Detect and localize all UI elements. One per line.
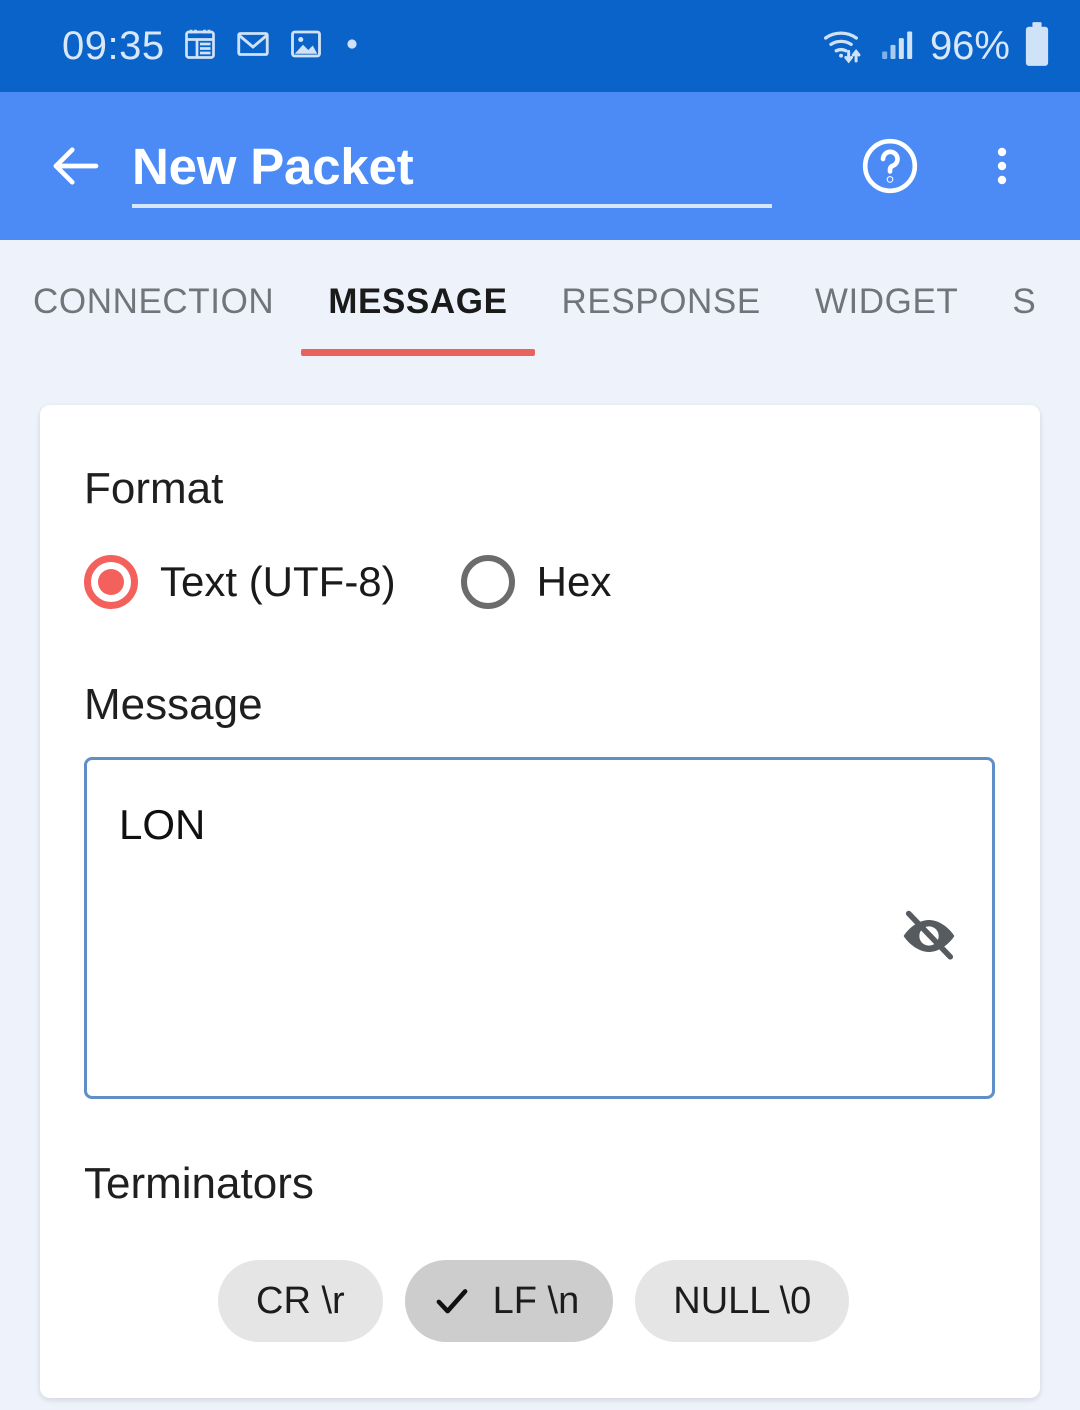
eye-off-icon xyxy=(903,910,955,960)
app-bar: New Packet xyxy=(0,92,1080,240)
format-option-hex[interactable]: Hex xyxy=(460,555,612,609)
page-title: New Packet xyxy=(132,137,414,195)
format-option-label: Text (UTF-8) xyxy=(160,558,396,605)
tab-response[interactable]: RESPONSE xyxy=(535,240,788,364)
tab-message[interactable]: MESSAGE xyxy=(301,240,535,364)
radio-selected-icon[interactable] xyxy=(84,555,138,609)
signal-icon xyxy=(878,24,918,69)
chip-label: LF \n xyxy=(492,1280,580,1322)
message-input[interactable]: LON xyxy=(84,757,995,1099)
message-section-label: Message xyxy=(84,680,263,729)
image-icon xyxy=(288,26,324,67)
terminator-chip-lf[interactable]: LF \n xyxy=(404,1260,614,1342)
app-screen: 09:35 96% New Packet CONNECTION MESSAGE … xyxy=(0,0,1080,1410)
mail-icon xyxy=(235,26,271,67)
title-underline xyxy=(132,204,772,208)
tab-label: MESSAGE xyxy=(328,282,508,321)
tab-label: S xyxy=(1012,282,1037,321)
tab-label: RESPONSE xyxy=(561,282,761,321)
back-button[interactable] xyxy=(28,136,124,196)
help-circle-icon xyxy=(862,138,918,194)
battery-icon xyxy=(1022,21,1052,72)
tab-connection[interactable]: CONNECTION xyxy=(0,240,301,364)
battery-percent-label: 96% xyxy=(929,23,1010,68)
overflow-menu-button[interactable] xyxy=(968,132,1036,200)
format-option-label: Hex xyxy=(536,558,612,605)
format-radio-group: Text (UTF-8) Hex xyxy=(84,555,611,609)
back-arrow-icon xyxy=(53,147,99,185)
format-option-text[interactable]: Text (UTF-8) xyxy=(84,555,396,609)
radio-unselected-icon[interactable] xyxy=(460,555,515,609)
dot-icon xyxy=(341,33,363,60)
more-vertical-icon xyxy=(997,147,1007,185)
tab-bar: CONNECTION MESSAGE RESPONSE WIDGET S xyxy=(0,240,1080,364)
terminator-chip-null[interactable]: NULL \0 xyxy=(635,1260,850,1342)
status-bar-left: 09:35 xyxy=(62,26,363,67)
status-bar-right: 96% xyxy=(820,21,1052,72)
message-input-value: LON xyxy=(119,801,206,848)
status-bar: 09:35 96% xyxy=(0,0,1080,92)
status-clock: 09:35 xyxy=(62,24,165,68)
chip-label: CR \r xyxy=(256,1280,345,1322)
app-bar-actions xyxy=(856,132,1036,200)
wifi-icon xyxy=(820,21,866,72)
format-section-label: Format xyxy=(84,464,224,513)
terminator-chip-cr[interactable]: CR \r xyxy=(218,1260,383,1342)
tab-label: WIDGET xyxy=(814,282,959,321)
check-icon xyxy=(431,1280,473,1322)
tab-widget[interactable]: WIDGET xyxy=(788,240,986,364)
help-button[interactable] xyxy=(856,132,924,200)
chip-label: NULL \0 xyxy=(673,1280,812,1322)
terminators-section-label: Terminators xyxy=(84,1159,314,1208)
tab-next-partial[interactable]: S xyxy=(985,240,1063,364)
packet-name-field[interactable]: New Packet xyxy=(132,116,772,216)
tab-label: CONNECTION xyxy=(33,282,275,321)
calendar-icon xyxy=(182,26,218,67)
terminator-chip-group: CR \r LF \n NULL \0 xyxy=(218,1260,850,1342)
message-settings-card: Format Text (UTF-8) Hex Message LON Term… xyxy=(40,405,1040,1398)
message-visibility-toggle[interactable] xyxy=(898,905,960,967)
